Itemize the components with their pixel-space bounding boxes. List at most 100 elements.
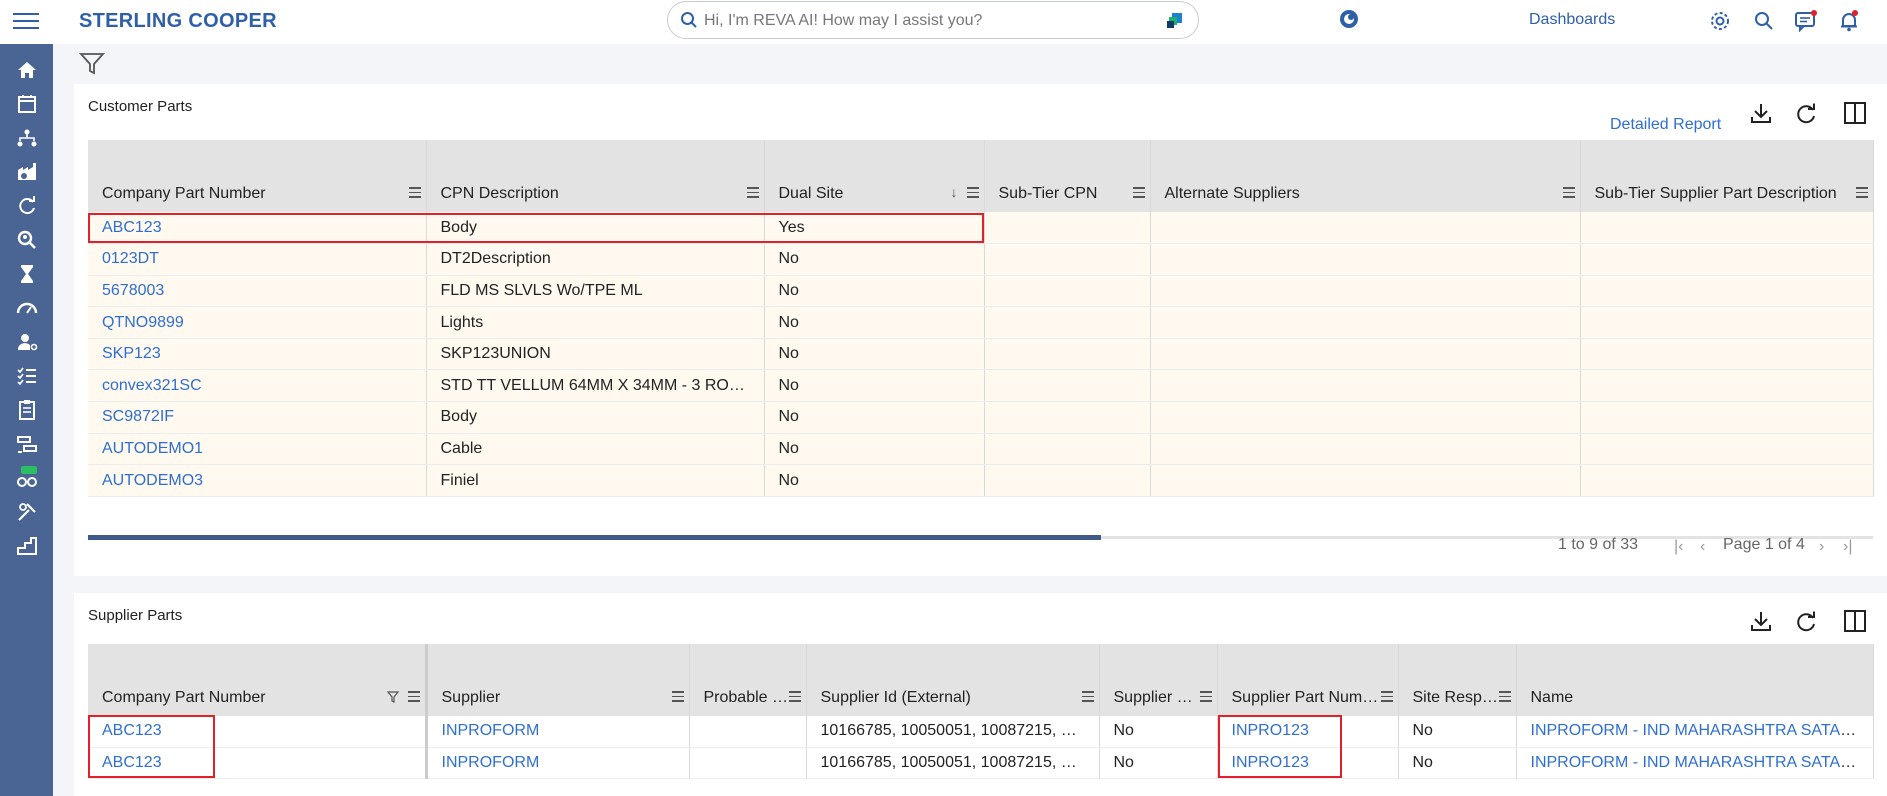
columns-toggle-icon[interactable] [1843,101,1867,125]
column-menu-icon[interactable] [1855,187,1868,199]
column-menu-icon[interactable] [1498,691,1511,703]
reva-search-input[interactable] [704,9,1124,33]
column-header[interactable]: Company Part Number [88,680,428,716]
column-header[interactable]: Sub-Tier CPN [984,176,1151,212]
horizontal-scrollbar-thumb[interactable] [88,535,1101,540]
column-menu-icon[interactable] [671,691,684,703]
table-cell: DT2Description [426,243,765,276]
column-menu-icon[interactable] [1081,691,1094,703]
search-icon[interactable] [1753,10,1775,32]
part-number-link[interactable]: AUTODEMO1 [102,440,203,457]
supplier-name-link[interactable]: INPROFORM - IND MAHARASHTRA SATARA [1531,754,1863,771]
filter-icon[interactable] [79,52,105,76]
part-number-link[interactable]: QTNO9899 [102,314,184,331]
column-header[interactable]: Sub-Tier Supplier Part Description [1580,176,1874,212]
column-menu-icon[interactable] [1199,691,1212,703]
column-header[interactable]: Supplier R… [1099,680,1218,716]
transfer-icon[interactable] [15,432,39,456]
reva-logo-icon[interactable] [1166,12,1184,30]
table-row[interactable]: ABC123 INPROFORM 10166785, 10050051, 100… [88,747,1874,779]
new-feature-icon[interactable] [15,466,39,490]
clipboard-icon[interactable] [15,398,39,422]
tools-icon[interactable] [15,500,39,524]
previous-page-icon[interactable]: ‹ [1700,538,1705,556]
column-menu-icon[interactable] [408,187,421,199]
gauge-icon[interactable] [15,296,39,320]
supplier-link[interactable]: INPROFORM [442,722,540,739]
column-header[interactable]: Supplier Id (External) [806,680,1100,716]
part-number-link[interactable]: ABC123 [102,754,162,771]
reva-search-box[interactable] [667,1,1199,39]
table-cell [1150,306,1581,339]
supplier-name-link[interactable]: INPROFORM - IND MAHARASHTRA SATARA [1531,722,1863,739]
column-group-row [88,644,1874,680]
column-menu-icon[interactable] [1132,187,1145,199]
column-header[interactable]: Dual Site ↓ [764,176,985,212]
last-page-icon[interactable]: ›| [1843,538,1852,556]
table-row[interactable]: AUTODEMO1 Cable No [88,433,1874,466]
hierarchy-icon[interactable] [15,126,39,150]
table-cell [984,464,1151,497]
download-icon[interactable] [1749,609,1773,633]
supplier-part-number-link[interactable]: INPRO123 [1232,722,1309,739]
table-row[interactable]: 0123DT DT2Description No [88,243,1874,276]
hourglass-icon[interactable] [15,262,39,286]
column-header[interactable]: Probable … [689,680,807,716]
column-header[interactable]: CPN Description [426,176,765,212]
search-people-icon[interactable] [15,228,39,252]
column-menu-icon[interactable] [746,187,759,199]
supplier-part-number-link[interactable]: INPRO123 [1232,754,1309,771]
table-row[interactable]: convex321SC STD TT VELLUM 64MM X 34MM - 3… [88,369,1874,403]
table-row[interactable]: QTNO9899 Lights No [88,306,1874,339]
first-page-icon[interactable]: |‹ [1674,538,1683,556]
dashboards-link[interactable]: Dashboards [1529,11,1615,29]
calendar-icon[interactable] [15,92,39,116]
table-row[interactable]: ABC123 INPROFORM 10166785, 10050051, 100… [88,716,1874,748]
column-header[interactable]: Supplier Part Numb… [1217,680,1399,716]
sort-descending-icon[interactable]: ↓ [951,184,958,200]
user-settings-icon[interactable] [15,330,39,354]
column-header[interactable]: Company Part Number [88,176,427,212]
next-page-icon[interactable]: › [1819,538,1824,556]
table-row[interactable]: SKP123 SKP123UNION No [88,338,1874,371]
column-header[interactable]: Alternate Suppliers [1150,176,1581,212]
table-row[interactable]: ABC123 Body Yes [88,212,1874,245]
refresh-cycle-icon[interactable] [15,194,39,218]
settings-icon[interactable] [1709,10,1731,32]
stairs-report-icon[interactable] [15,534,39,558]
detailed-report-link[interactable]: Detailed Report [1610,116,1721,134]
column-menu-icon[interactable] [407,691,420,703]
part-number-link[interactable]: AUTODEMO3 [102,472,203,489]
part-number-link[interactable]: convex321SC [102,377,202,394]
part-number-link[interactable]: ABC123 [102,722,162,739]
home-icon[interactable] [15,58,39,82]
columns-toggle-icon[interactable] [1843,609,1867,633]
part-number-link[interactable]: SC9872IF [102,408,174,425]
column-menu-icon[interactable] [1380,691,1393,703]
brand-name[interactable]: STERLING COOPER [79,10,277,33]
table-row[interactable]: SC9872IF Body No [88,401,1874,434]
menu-icon[interactable] [13,13,39,31]
refresh-icon[interactable] [1795,103,1817,125]
checklist-icon[interactable] [15,364,39,388]
column-menu-icon[interactable] [788,691,801,703]
column-filter-icon[interactable] [386,691,399,703]
column-header[interactable]: Name [1516,680,1874,716]
part-number-link[interactable]: SKP123 [102,345,161,362]
notifications-bell-icon[interactable] [1838,10,1860,32]
supplier-link[interactable]: INPROFORM [442,754,540,771]
factory-cost-icon[interactable] [15,160,39,184]
part-number-link[interactable]: 0123DT [102,250,159,267]
column-menu-icon[interactable] [966,187,979,199]
part-number-link[interactable]: ABC123 [102,219,162,236]
table-row[interactable]: AUTODEMO3 Finiel No [88,464,1874,497]
column-header[interactable]: Supplier [426,680,690,716]
assistant-icon[interactable] [1338,8,1360,30]
messages-icon[interactable] [1794,10,1818,32]
part-number-link[interactable]: 5678003 [102,282,164,299]
download-icon[interactable] [1749,101,1773,125]
table-row[interactable]: 5678003 FLD MS SLVLS Wo/TPE ML No [88,275,1874,308]
column-menu-icon[interactable] [1562,187,1575,199]
column-header[interactable]: Site Resp… [1398,680,1517,716]
refresh-icon[interactable] [1795,611,1817,633]
